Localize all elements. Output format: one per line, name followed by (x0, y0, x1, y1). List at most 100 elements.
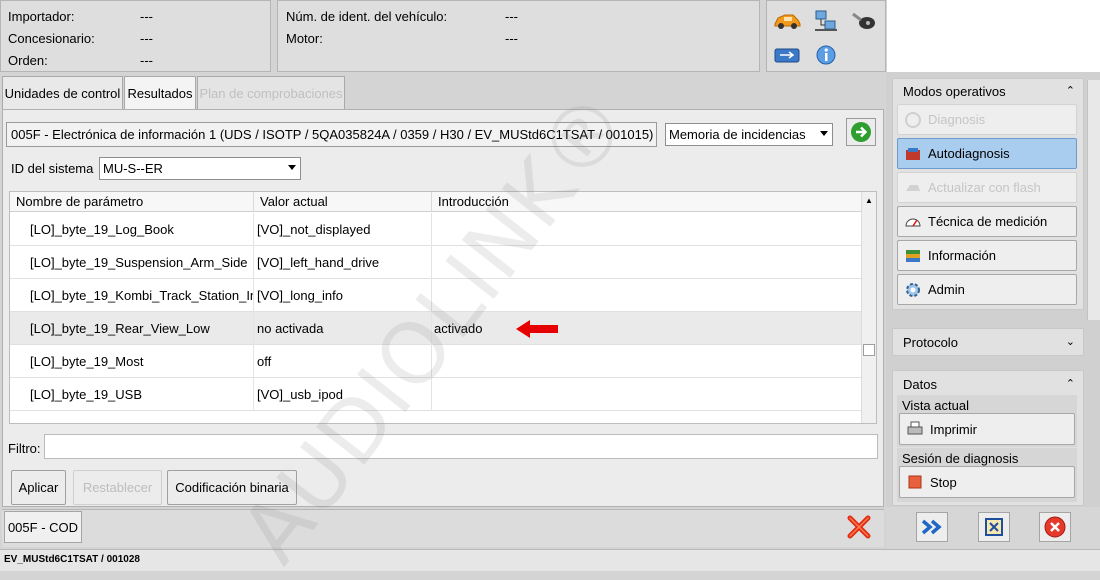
param-name: [LO]_byte_19_Most (10, 345, 254, 378)
self-diagnosis-button[interactable]: Autodiagnosis (897, 138, 1077, 169)
apply-button[interactable]: Aplicar (11, 470, 66, 505)
stop-label: Stop (930, 474, 957, 490)
diagnosis-label: Diagnosis (928, 112, 986, 127)
printer-icon (906, 420, 924, 438)
param-input[interactable] (432, 246, 862, 279)
stop-icon (906, 473, 924, 491)
control-unit-title-box: 005F - Electrónica de información 1 (UDS… (6, 122, 657, 147)
engine-value: --- (505, 31, 518, 46)
tab-control-units[interactable]: Unidades de control (2, 76, 123, 109)
books-icon (904, 247, 922, 265)
print-button[interactable]: Imprimir (899, 413, 1075, 445)
table-row-selected[interactable]: [LO]_byte_19_Rear_View_Low no activada a… (10, 312, 862, 345)
system-id-select[interactable]: MU-S--ER (99, 157, 301, 180)
table-row[interactable]: [LO]_byte_19_Most off (10, 345, 862, 378)
dealer-label: Concesionario: (8, 31, 95, 46)
param-value: no activada (254, 312, 432, 345)
operation-modes-title: Modos operativos (903, 84, 1006, 99)
fullscreen-button[interactable] (978, 512, 1010, 542)
double-chevron-right-icon (921, 519, 942, 535)
system-id-value: MU-S--ER (103, 161, 163, 176)
car-icon[interactable] (772, 8, 802, 34)
collapse-icon[interactable]: ⌃ (1066, 377, 1075, 390)
print-label: Imprimir (930, 421, 977, 437)
session-label: Sesión de diagnosis (902, 451, 1019, 466)
param-name: [LO]_byte_19_Log_Book (10, 213, 254, 246)
filter-input[interactable] (44, 434, 878, 459)
exit-icon (1044, 516, 1066, 538)
flash-update-button: Actualizar con flash (897, 172, 1077, 203)
gauge-icon (904, 213, 922, 231)
column-header-current-value[interactable]: Valor actual (254, 192, 432, 212)
tab-test-plan: Plan de comprobaciones (197, 76, 345, 109)
tab-results[interactable]: Resultados (124, 76, 196, 110)
flash-icon (904, 179, 922, 197)
param-name: [LO]_byte_19_Suspension_Arm_Side (10, 246, 254, 279)
importer-label: Importador: (8, 9, 75, 24)
mode-select[interactable]: Memoria de incidencias (665, 123, 833, 146)
column-header-name[interactable]: Nombre de parámetro (10, 192, 254, 212)
param-input[interactable] (432, 378, 862, 411)
measurement-label: Técnica de medición (928, 214, 1048, 229)
network-icon[interactable] (811, 8, 841, 34)
importer-value: --- (140, 9, 153, 24)
param-input[interactable] (432, 213, 862, 246)
mode-select-value: Memoria de incidencias (669, 127, 806, 142)
collapse-icon[interactable]: ⌃ (1066, 84, 1075, 97)
self-diagnosis-label: Autodiagnosis (928, 146, 1010, 161)
admin-button[interactable]: Admin (897, 274, 1077, 305)
engine-label: Motor: (286, 31, 323, 46)
diagnosis-button: Diagnosis (897, 104, 1077, 135)
table-scrollbar[interactable]: ▲ (861, 192, 876, 423)
go-button[interactable] (846, 118, 876, 146)
param-value: off (254, 345, 432, 378)
table-row[interactable]: [LO]_byte_19_Kombi_Track_Station_Info [V… (10, 279, 862, 312)
param-input[interactable] (432, 345, 862, 378)
forward-button[interactable] (916, 512, 948, 542)
information-button[interactable]: Información (897, 240, 1077, 271)
control-unit-title: 005F - Electrónica de información 1 (UDS… (11, 127, 654, 142)
param-input[interactable] (432, 279, 862, 312)
param-value: [VO]_left_hand_drive (254, 246, 432, 279)
table-row[interactable]: [LO]_byte_19_Log_Book [VO]_not_displayed (10, 213, 862, 246)
sidebar-scrollbar[interactable] (1087, 80, 1100, 320)
expand-frame-icon (985, 518, 1003, 536)
param-name: [LO]_byte_19_USB (10, 378, 254, 411)
binary-coding-button[interactable]: Codificación binaria (167, 470, 297, 505)
expand-icon[interactable]: ⌄ (1066, 335, 1075, 348)
exit-button[interactable] (1039, 512, 1071, 542)
scroll-up-icon[interactable]: ▲ (865, 196, 873, 205)
parameter-table: Nombre de parámetro Valor actual Introdu… (9, 191, 877, 424)
admin-label: Admin (928, 282, 965, 297)
param-input[interactable]: activado (432, 312, 862, 345)
data-title: Datos (903, 377, 937, 392)
info-icon[interactable] (811, 42, 841, 68)
order-value: --- (140, 53, 153, 68)
param-name: [LO]_byte_19_Kombi_Track_Station_Info (10, 279, 254, 312)
information-label: Información (928, 248, 996, 263)
stop-button[interactable]: Stop (899, 466, 1075, 498)
cod-tab[interactable]: 005F - COD (4, 511, 82, 543)
measurement-button[interactable]: Técnica de medición (897, 206, 1077, 237)
red-arrow-icon (516, 320, 558, 338)
header-blank-area (887, 0, 1100, 72)
table-row[interactable]: [LO]_byte_19_USB [VO]_usb_ipod (10, 378, 862, 411)
table-row[interactable]: [LO]_byte_19_Suspension_Arm_Side [VO]_le… (10, 246, 862, 279)
chevron-down-icon (820, 131, 828, 136)
param-value: [VO]_usb_ipod (254, 378, 432, 411)
vin-label: Núm. de ident. del vehículo: (286, 9, 448, 24)
column-header-input[interactable]: Introducción (432, 192, 862, 212)
usb-icon[interactable] (772, 42, 802, 68)
scrollbar-thumb[interactable] (863, 344, 875, 356)
protocol-section[interactable]: Protocolo ⌄ (892, 328, 1084, 356)
current-view-label: Vista actual (902, 398, 969, 413)
param-value: [VO]_not_displayed (254, 213, 432, 246)
protocol-title: Protocolo (903, 335, 958, 350)
close-icon[interactable] (846, 514, 872, 540)
key-icon[interactable] (848, 8, 878, 34)
filter-label: Filtro: (8, 441, 41, 456)
reset-button: Restablecer (73, 470, 162, 505)
chevron-down-icon (288, 165, 296, 170)
footer-text: EV_MUStd6C1TSAT / 001028 (4, 554, 140, 565)
gear-icon (904, 281, 922, 299)
